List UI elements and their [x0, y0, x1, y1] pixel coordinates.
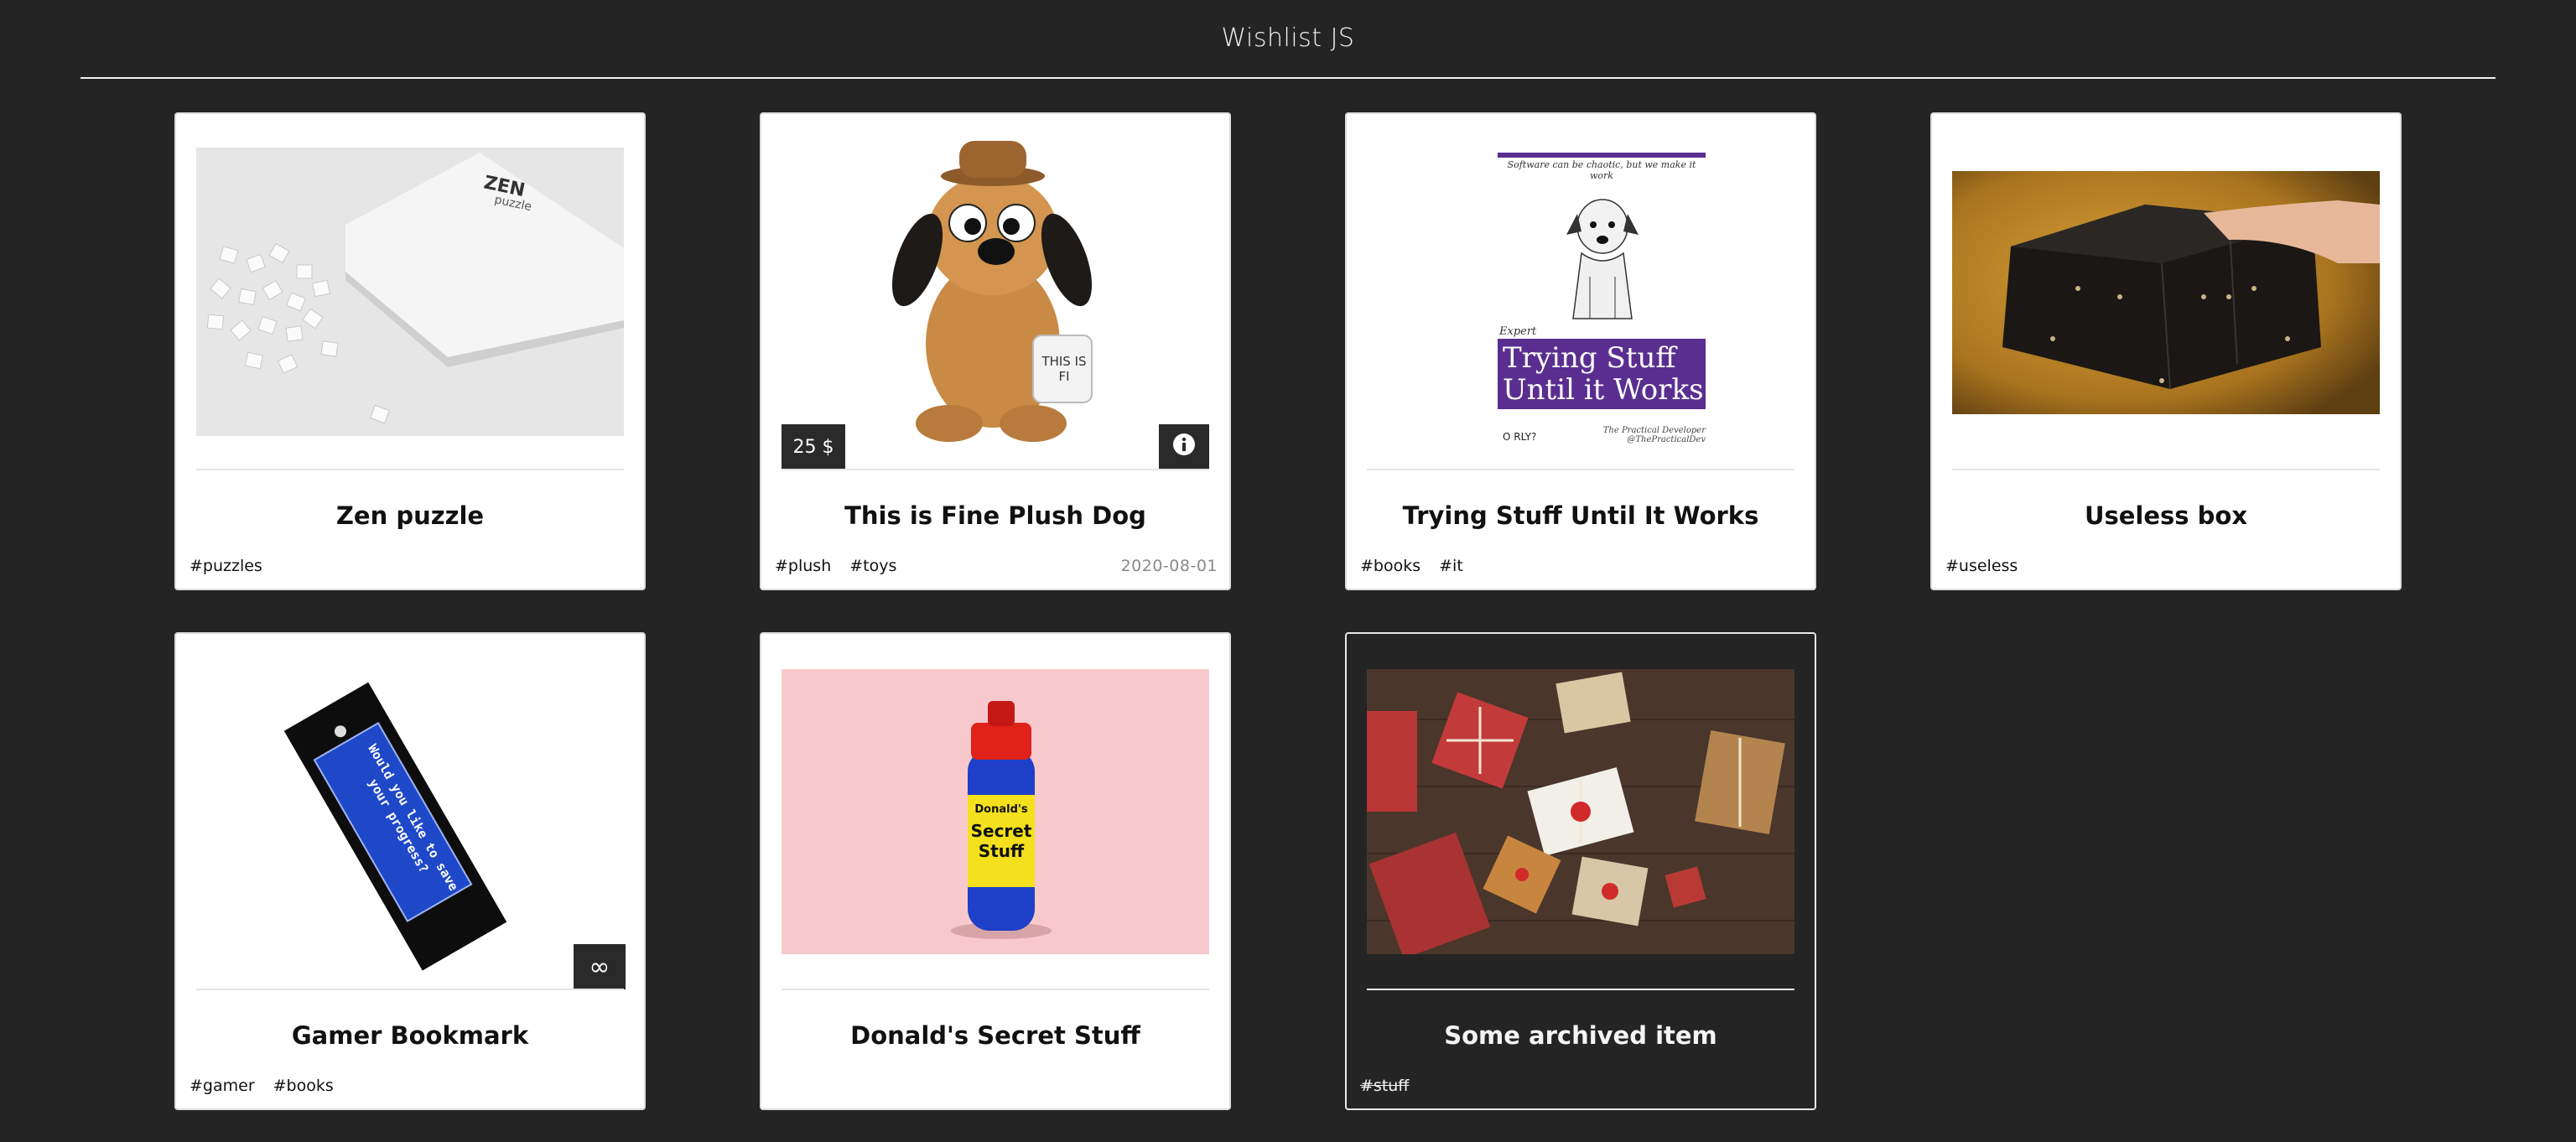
bottle-label-top: Donald's: [974, 803, 1028, 816]
tag-list: #puzzles: [190, 557, 262, 575]
item-date: 2020-08-01: [1120, 557, 1218, 575]
book-author: The Practical Developer @ThePracticalDev: [1603, 426, 1706, 444]
item-name[interactable]: Some archived item: [1347, 1021, 1815, 1050]
tag-list: #stuff: [1360, 1077, 1409, 1095]
wishlist-card-useless-box[interactable]: Useless box #useless: [1930, 112, 2402, 590]
tag-list: #books #it: [1360, 557, 1463, 575]
tag-list: #plush #toys: [775, 557, 896, 575]
price-badge: 25 $: [782, 424, 845, 470]
tag[interactable]: #books: [1360, 557, 1420, 575]
tag[interactable]: #puzzles: [190, 557, 262, 575]
item-name[interactable]: Useless box: [1932, 501, 2400, 530]
item-name[interactable]: Gamer Bookmark: [176, 1021, 644, 1050]
item-image[interactable]: [1952, 171, 2380, 414]
app-header: Wishlist JS: [80, 0, 2496, 79]
card-divider: [1367, 989, 1794, 990]
book-author-line1: The Practical Developer: [1602, 426, 1706, 435]
item-image[interactable]: ZEN puzzle: [196, 148, 624, 436]
item-name[interactable]: Donald's Secret Stuff: [761, 1021, 1229, 1050]
bottle-label: Donald's Secret Stuff: [968, 803, 1035, 861]
book-title-line2: Until it Works: [1503, 373, 1704, 407]
wishlist-card-trying-stuff[interactable]: Software can be chaotic, but we make it …: [1345, 112, 1816, 590]
card-divider: [782, 989, 1209, 990]
tag[interactable]: #plush: [775, 557, 831, 575]
card-divider: [196, 989, 624, 990]
item-image[interactable]: [1367, 669, 1794, 954]
card-divider: [1367, 469, 1794, 470]
card-divider: [782, 469, 1209, 470]
item-image[interactable]: Donald's Secret Stuff: [782, 669, 1209, 954]
tag[interactable]: #books: [273, 1077, 334, 1095]
item-name[interactable]: Trying Stuff Until It Works: [1347, 501, 1815, 530]
tag[interactable]: #gamer: [190, 1077, 255, 1095]
bottle-label-main: Secret Stuff: [970, 821, 1032, 861]
tag-list: #useless: [1945, 557, 2018, 575]
card-divider: [196, 469, 624, 470]
item-name[interactable]: Zen puzzle: [176, 501, 644, 530]
tag[interactable]: #toys: [849, 557, 896, 575]
app-title: Wishlist JS: [1221, 23, 1355, 53]
book-title-line1: Trying Stuff: [1503, 341, 1676, 375]
plush-cup-text: THIS IS FI: [1041, 354, 1087, 384]
book-author-line2: @ThePracticalDev: [1627, 435, 1706, 444]
info-button[interactable]: [1159, 424, 1209, 470]
wishlist-card-plush-dog[interactable]: THIS IS FI 25 $ This is Fine Plush Dog #…: [760, 112, 1231, 590]
item-image[interactable]: THIS IS FI: [782, 134, 1209, 470]
infinity-icon: ∞: [589, 952, 610, 982]
wishlist-card-gamer-bookmark[interactable]: Would you like to save your progress? ∞ …: [174, 632, 646, 1110]
tag-list: #gamer #books: [190, 1077, 334, 1095]
tag[interactable]: #useless: [1945, 557, 2018, 575]
wishlist-card-donalds-secret-stuff[interactable]: Donald's Secret Stuff Donald's Secret St…: [760, 632, 1231, 1110]
book-publisher: O RLY?: [1503, 431, 1537, 443]
book-kicker: Expert: [1499, 325, 1537, 338]
item-image[interactable]: Software can be chaotic, but we make it …: [1367, 134, 1794, 470]
wishlist-card-archived-item[interactable]: Some archived item #stuff: [1345, 632, 1816, 1110]
item-image[interactable]: Would you like to save your progress?: [196, 654, 624, 989]
card-divider: [1952, 469, 2380, 470]
infinity-badge[interactable]: ∞: [574, 944, 626, 989]
item-name[interactable]: This is Fine Plush Dog: [761, 501, 1229, 530]
wishlist-card-zen-puzzle[interactable]: ZEN puzzle Zen puzzle #puzzles: [174, 112, 646, 590]
tag[interactable]: #it: [1439, 557, 1463, 575]
tag[interactable]: #stuff: [1360, 1077, 1409, 1095]
book-cover: Software can be chaotic, but we make it …: [1498, 153, 1706, 463]
info-icon: [1171, 432, 1197, 462]
